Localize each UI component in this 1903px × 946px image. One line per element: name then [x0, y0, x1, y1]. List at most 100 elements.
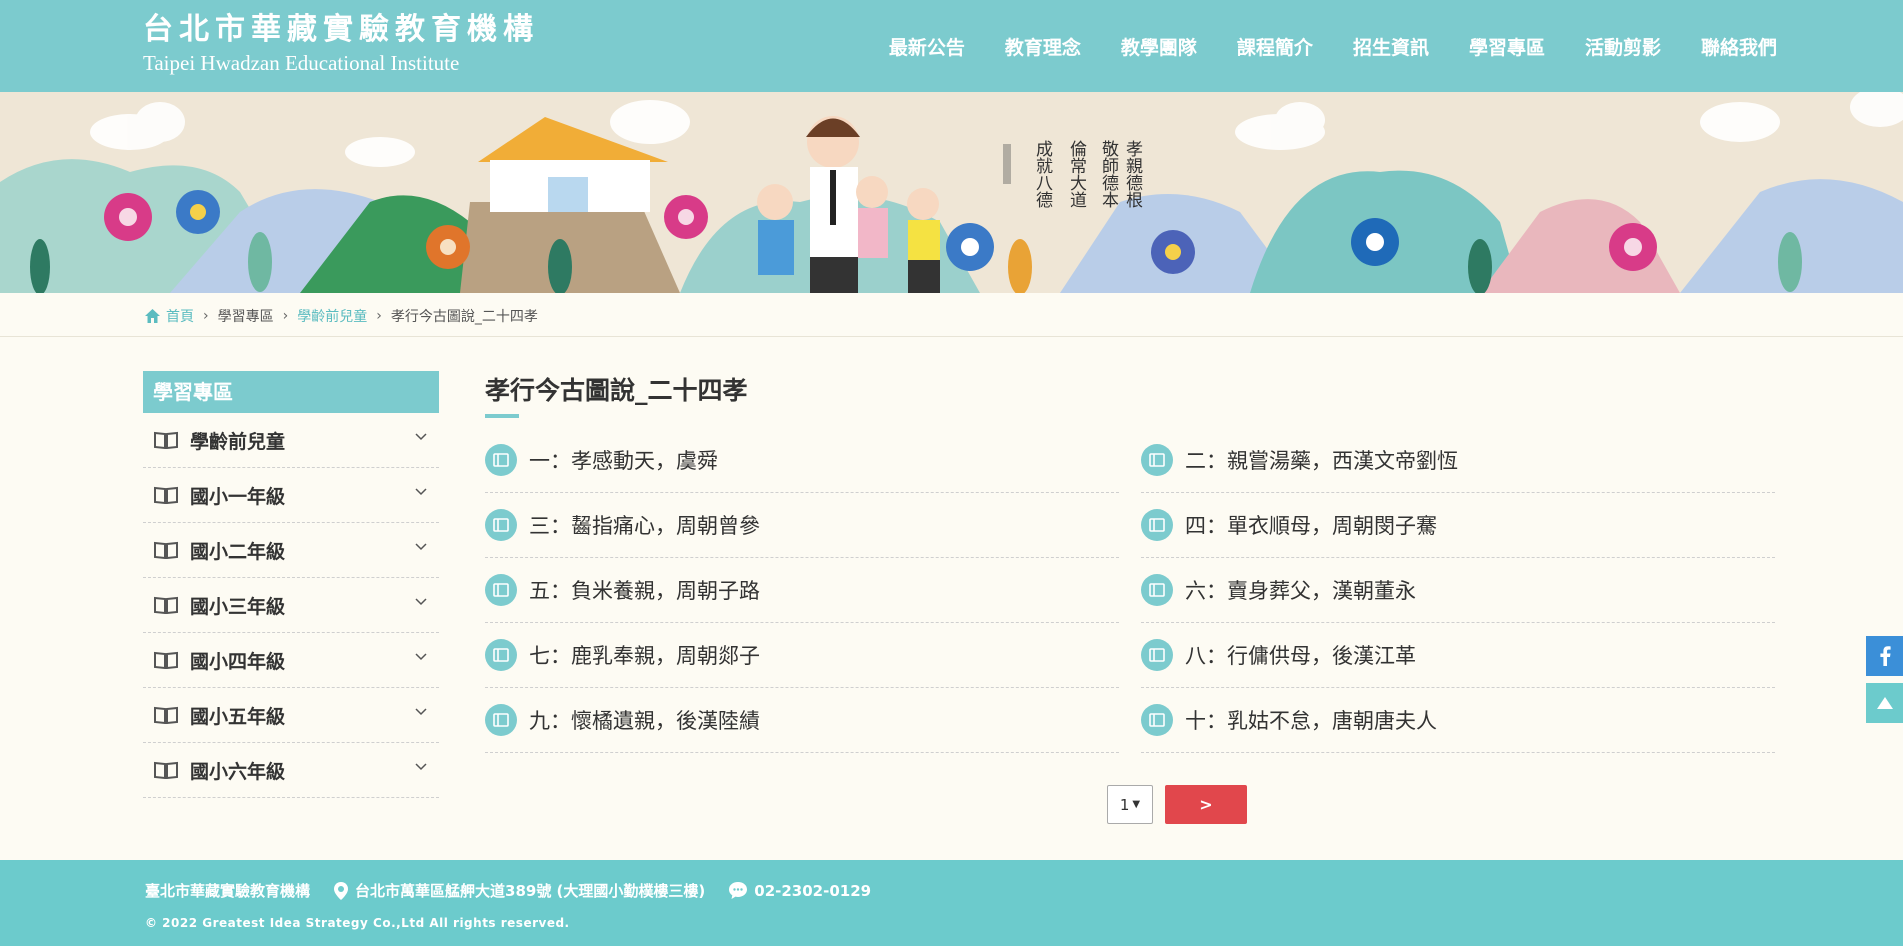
- list-item[interactable]: 十：乳姑不怠，唐朝唐夫人: [1141, 688, 1775, 753]
- chevron-down-icon[interactable]: [415, 433, 427, 441]
- nav-contact[interactable]: 聯絡我們: [1701, 33, 1777, 60]
- list-item[interactable]: 一：孝感動天，虞舜: [485, 428, 1119, 493]
- banner-calligraphy-2: 敬師德本: [1098, 140, 1119, 208]
- footer-phone-group: 02-2302-0129: [729, 882, 871, 900]
- list-item-title: 七：鹿乳奉親，周朝郯子: [529, 644, 760, 668]
- list-item[interactable]: 六：賣身葬父，漢朝董永: [1141, 558, 1775, 623]
- sidebar-item-label: 國小三年級: [190, 595, 286, 618]
- sidebar-title: 學習專區: [143, 371, 439, 413]
- document-icon: [485, 639, 517, 671]
- list-item[interactable]: 八：行傭供母，後漢江革: [1141, 623, 1775, 688]
- hero-banner: 孝親德根 敬師德本 倫常大道 成就八德: [0, 92, 1903, 293]
- breadcrumb-bar: 首頁 › 學習專區 › 學齡前兒童 › 孝行今古圖說_二十四孝: [0, 293, 1903, 337]
- list-item[interactable]: 九：懷橘遺親，後漢陸績: [485, 688, 1119, 753]
- sidebar-item-label: 學齡前兒童: [190, 430, 286, 453]
- arrow-up-icon: [1876, 697, 1893, 709]
- sidebar-item-label: 國小四年級: [190, 650, 286, 673]
- title-underline: [485, 414, 519, 418]
- list-item-title: 一：孝感動天，虞舜: [529, 449, 718, 473]
- breadcrumb-separator: ›: [203, 308, 209, 324]
- facebook-icon: [1879, 646, 1891, 666]
- sidebar-item-grade1[interactable]: 國小一年級: [143, 468, 439, 523]
- chevron-down-icon[interactable]: [415, 598, 427, 606]
- breadcrumb-separator: ›: [282, 308, 289, 324]
- document-icon: [1141, 574, 1173, 606]
- breadcrumb-home[interactable]: 首頁: [166, 306, 194, 326]
- open-book-icon: [154, 431, 178, 449]
- list-item-title: 二：親嘗湯藥，西漢文帝劉恆: [1185, 449, 1458, 473]
- chevron-down-icon[interactable]: [415, 763, 427, 771]
- nav-news[interactable]: 最新公告: [889, 33, 965, 60]
- chevron-down-icon[interactable]: [415, 488, 427, 496]
- facebook-share-button[interactable]: [1866, 636, 1903, 676]
- open-book-icon: [154, 541, 178, 559]
- sidebar-item-grade5[interactable]: 國小五年級: [143, 688, 439, 743]
- logo-chinese: 台北市華藏實驗教育機構: [143, 12, 539, 47]
- document-icon: [1141, 639, 1173, 671]
- open-book-icon: [154, 486, 178, 504]
- chevron-down-icon[interactable]: [415, 708, 427, 716]
- open-book-icon: [154, 651, 178, 669]
- sidebar-item-label: 國小六年級: [190, 760, 286, 783]
- document-icon: [1141, 509, 1173, 541]
- list-item-title: 五：負米養親，周朝子路: [529, 579, 760, 603]
- breadcrumb-separator: ›: [376, 308, 382, 324]
- nav-gallery[interactable]: 活動剪影: [1585, 33, 1661, 60]
- site-header: 台北市華藏實驗教育機構 Taipei Hwadzan Educational I…: [0, 0, 1903, 92]
- list-item[interactable]: 二：親嘗湯藥，西漢文帝劉恆: [1141, 428, 1775, 493]
- list-item-title: 四：單衣順母，周朝閔子騫: [1185, 514, 1437, 538]
- list-item[interactable]: 七：鹿乳奉親，周朝郯子: [485, 623, 1119, 688]
- breadcrumb-preschool[interactable]: 學齡前兒童: [297, 306, 367, 326]
- list-item[interactable]: 四：單衣順母，周朝閔子騫: [1141, 493, 1775, 558]
- list-item[interactable]: 三：齧指痛心，周朝曾參: [485, 493, 1119, 558]
- nav-learning[interactable]: 學習專區: [1469, 33, 1545, 60]
- open-book-icon: [154, 706, 178, 724]
- footer-copyright: © 2022 Greatest Idea Strategy Co.,Ltd Al…: [145, 916, 570, 930]
- sidebar-item-label: 國小二年級: [190, 540, 286, 563]
- page-select[interactable]: 1 ▼: [1107, 785, 1153, 824]
- page-select-value: 1: [1119, 795, 1130, 814]
- sidebar-item-grade6[interactable]: 國小六年級: [143, 743, 439, 798]
- sidebar-item-grade3[interactable]: 國小三年級: [143, 578, 439, 633]
- nav-courses[interactable]: 課程簡介: [1237, 33, 1313, 60]
- caret-down-icon: ▼: [1132, 799, 1141, 810]
- sidebar-item-grade4[interactable]: 國小四年級: [143, 633, 439, 688]
- document-icon: [485, 509, 517, 541]
- banner-calligraphy-4: 成就八德: [1032, 140, 1053, 208]
- entry-list: 一：孝感動天，虞舜 二：親嘗湯藥，西漢文帝劉恆 三：齧指痛心，周朝曾參 四：單衣…: [485, 428, 1777, 753]
- sidebar-item-preschool[interactable]: 學齡前兒童: [143, 413, 439, 468]
- list-item-title: 十：乳姑不怠，唐朝唐夫人: [1185, 709, 1437, 733]
- sidebar-item-grade2[interactable]: 國小二年級: [143, 523, 439, 578]
- document-icon: [1141, 704, 1173, 736]
- site-logo[interactable]: 台北市華藏實驗教育機構 Taipei Hwadzan Educational I…: [143, 12, 539, 76]
- footer-org: 臺北市華藏實驗教育機構: [145, 882, 311, 900]
- document-icon: [485, 704, 517, 736]
- banner-calligraphy-3: 倫常大道: [1066, 140, 1087, 208]
- list-item-title: 三：齧指痛心，周朝曾參: [529, 514, 760, 538]
- main-content: 孝行今古圖說_二十四孝 一：孝感動天，虞舜 二：親嘗湯藥，西漢文帝劉恆 三：齧指…: [485, 371, 1777, 753]
- pagination: 1 ▼ >: [1107, 785, 1247, 824]
- footer-phone[interactable]: 02-2302-0129: [754, 882, 871, 900]
- sidebar-item-label: 國小五年級: [190, 705, 286, 728]
- document-icon: [1141, 444, 1173, 476]
- open-book-icon: [154, 761, 178, 779]
- nav-admission[interactable]: 招生資訊: [1353, 33, 1429, 60]
- back-to-top-button[interactable]: [1866, 683, 1903, 723]
- chevron-down-icon[interactable]: [415, 653, 427, 661]
- site-footer: 臺北市華藏實驗教育機構 台北市萬華區艋舺大道389號 (大理國小勤樸樓三樓) 0…: [0, 860, 1903, 946]
- list-item[interactable]: 五：負米養親，周朝子路: [485, 558, 1119, 623]
- chevron-down-icon[interactable]: [415, 543, 427, 551]
- breadcrumb-learning[interactable]: 學習專區: [218, 306, 274, 326]
- sidebar: 學習專區 學齡前兒童 國小一年級 國小二年級 國小三年級 國小四年級 國小五年級…: [143, 371, 439, 798]
- open-book-icon: [154, 596, 178, 614]
- logo-english: Taipei Hwadzan Educational Institute: [143, 51, 460, 75]
- nav-team[interactable]: 教學團隊: [1121, 33, 1197, 60]
- footer-contact: 臺北市華藏實驗教育機構 台北市萬華區艋舺大道389號 (大理國小勤樸樓三樓) 0…: [145, 880, 871, 901]
- list-item-title: 六：賣身葬父，漢朝董永: [1185, 579, 1416, 603]
- next-page-button[interactable]: >: [1165, 785, 1247, 824]
- banner-illustration: 孝親德根 敬師德本 倫常大道 成就八德: [0, 92, 1903, 293]
- document-icon: [485, 444, 517, 476]
- document-icon: [485, 574, 517, 606]
- nav-philosophy[interactable]: 教育理念: [1005, 33, 1081, 60]
- sidebar-item-label: 國小一年級: [190, 485, 286, 508]
